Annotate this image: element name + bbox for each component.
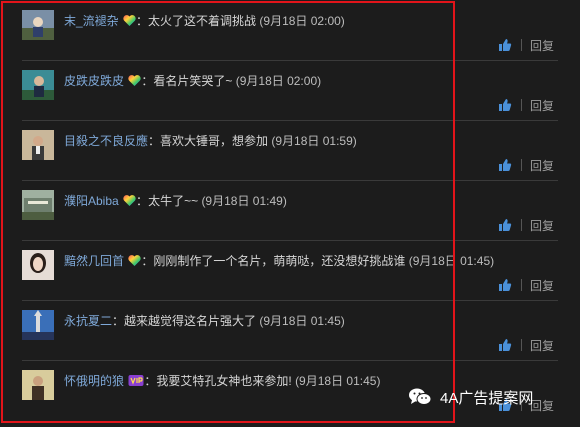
comment-body: 太牛了~~ — [148, 194, 199, 208]
comment-actions: 回复 — [498, 37, 554, 53]
thumbs-up-icon[interactable] — [498, 98, 512, 112]
timestamp: (9月18日 01:49) — [201, 194, 287, 208]
reply-button[interactable]: 回复 — [530, 277, 554, 294]
comment-text: 永抗夏二：越来越觉得这名片强大了 (9月18日 01:45) — [64, 314, 345, 328]
timestamp: (9月18日 01:45) — [295, 374, 381, 388]
comment-actions: 回复 — [498, 97, 554, 113]
username-link[interactable]: 黯然几回首 — [64, 254, 124, 268]
avatar[interactable] — [22, 70, 54, 100]
username-link[interactable]: 末_流褪杂 — [64, 14, 119, 28]
timestamp: (9月18日 01:45) — [408, 254, 495, 268]
divider — [520, 159, 522, 171]
comment-text: 怀俄明的狼 ：我要艾特孔女神也来参加! (9月18日 01:45) — [64, 373, 380, 391]
comment-text: 目殺之不良反應：喜欢大锤哥，想参加 (9月18日 01:59) — [64, 134, 357, 148]
comment-row: 末_流褪杂 ：太火了这不着调挑战 (9月18日 02:00) 回复 — [22, 0, 558, 61]
comment-body: 我要艾特孔女神也来参加! — [156, 374, 292, 388]
reply-button[interactable]: 回复 — [530, 157, 554, 174]
comment-text: 皮跌皮跌皮 ：看名片笑哭了~ (9月18日 02:00) — [64, 73, 321, 91]
comment-text: 黯然几回首 ：刚刚制作了一个名片，萌萌哒，还没想好挑战谁 (9月18日 01:4… — [64, 253, 494, 271]
watermark: 4A广告提案网 — [408, 386, 533, 408]
heart-badge-icon — [128, 74, 142, 91]
comment-text: 末_流褪杂 ：太火了这不着调挑战 (9月18日 02:00) — [64, 13, 345, 31]
avatar[interactable] — [22, 370, 54, 400]
divider — [520, 219, 522, 231]
comment-row: 濮阳Abiba ：太牛了~~ (9月18日 01:49) 回复 — [22, 180, 558, 241]
comment-body: 喜欢大锤哥，想参加 — [160, 134, 269, 148]
comment-body: 越来越觉得这名片强大了 — [124, 314, 257, 328]
watermark-text: 4A广告提案网 — [440, 389, 534, 407]
comment-body: 刚刚制作了一个名片，萌萌哒，还没想好挑战谁 — [153, 254, 406, 268]
comment-row: 永抗夏二：越来越觉得这名片强大了 (9月18日 01:45) 回复 — [22, 300, 558, 361]
divider — [520, 339, 522, 351]
comment-actions: 回复 — [498, 217, 554, 233]
vip-badge-icon — [128, 374, 144, 391]
comment-row: 皮跌皮跌皮 ：看名片笑哭了~ (9月18日 02:00) 回复 — [22, 60, 558, 121]
thumbs-up-icon[interactable] — [498, 278, 512, 292]
thumbs-up-icon[interactable] — [498, 218, 512, 232]
comment-text: 濮阳Abiba ：太牛了~~ (9月18日 01:49) — [64, 193, 287, 211]
reply-button[interactable]: 回复 — [530, 217, 554, 234]
reply-button[interactable]: 回复 — [530, 97, 554, 114]
username-link[interactable]: 皮跌皮跌皮 — [64, 74, 124, 88]
timestamp: (9月18日 01:59) — [271, 134, 357, 148]
avatar[interactable] — [22, 250, 54, 280]
reply-button[interactable]: 回复 — [530, 397, 554, 414]
avatar[interactable] — [22, 310, 54, 340]
username-link[interactable]: 目殺之不良反應 — [64, 134, 148, 148]
comment-actions: 回复 — [498, 157, 554, 173]
avatar[interactable] — [22, 10, 54, 40]
avatar[interactable] — [22, 190, 54, 220]
heart-badge-icon — [123, 14, 136, 31]
divider — [520, 39, 522, 51]
comment-body: 看名片笑哭了~ — [153, 74, 233, 88]
comment-actions: 回复 — [498, 337, 554, 353]
comment-row: 目殺之不良反應：喜欢大锤哥，想参加 (9月18日 01:59) 回复 — [22, 120, 558, 181]
reply-button[interactable]: 回复 — [530, 337, 554, 354]
divider — [520, 279, 522, 291]
comment-row: 黯然几回首 ：刚刚制作了一个名片，萌萌哒，还没想好挑战谁 (9月18日 01:4… — [22, 240, 558, 301]
comment-actions: 回复 — [498, 277, 554, 293]
comment-panel: 末_流褪杂 ：太火了这不着调挑战 (9月18日 02:00) 回复 皮跌皮跌皮 … — [0, 0, 580, 427]
heart-badge-icon — [123, 194, 136, 211]
thumbs-up-icon[interactable] — [498, 158, 512, 172]
thumbs-up-icon[interactable] — [498, 338, 512, 352]
username-link[interactable]: 濮阳Abiba — [64, 194, 119, 208]
timestamp: (9月18日 02:00) — [259, 14, 345, 28]
avatar[interactable] — [22, 130, 54, 160]
wechat-icon — [409, 388, 432, 405]
timestamp: (9月18日 02:00) — [235, 74, 322, 88]
comment-body: 太火了这不着调挑战 — [148, 14, 257, 28]
username-link[interactable]: 怀俄明的狼 — [64, 374, 124, 388]
heart-badge-icon — [128, 254, 142, 271]
divider — [520, 99, 522, 111]
timestamp: (9月18日 01:45) — [259, 314, 345, 328]
username-link[interactable]: 永抗夏二 — [64, 314, 112, 328]
reply-button[interactable]: 回复 — [530, 37, 554, 54]
thumbs-up-icon[interactable] — [498, 38, 512, 52]
